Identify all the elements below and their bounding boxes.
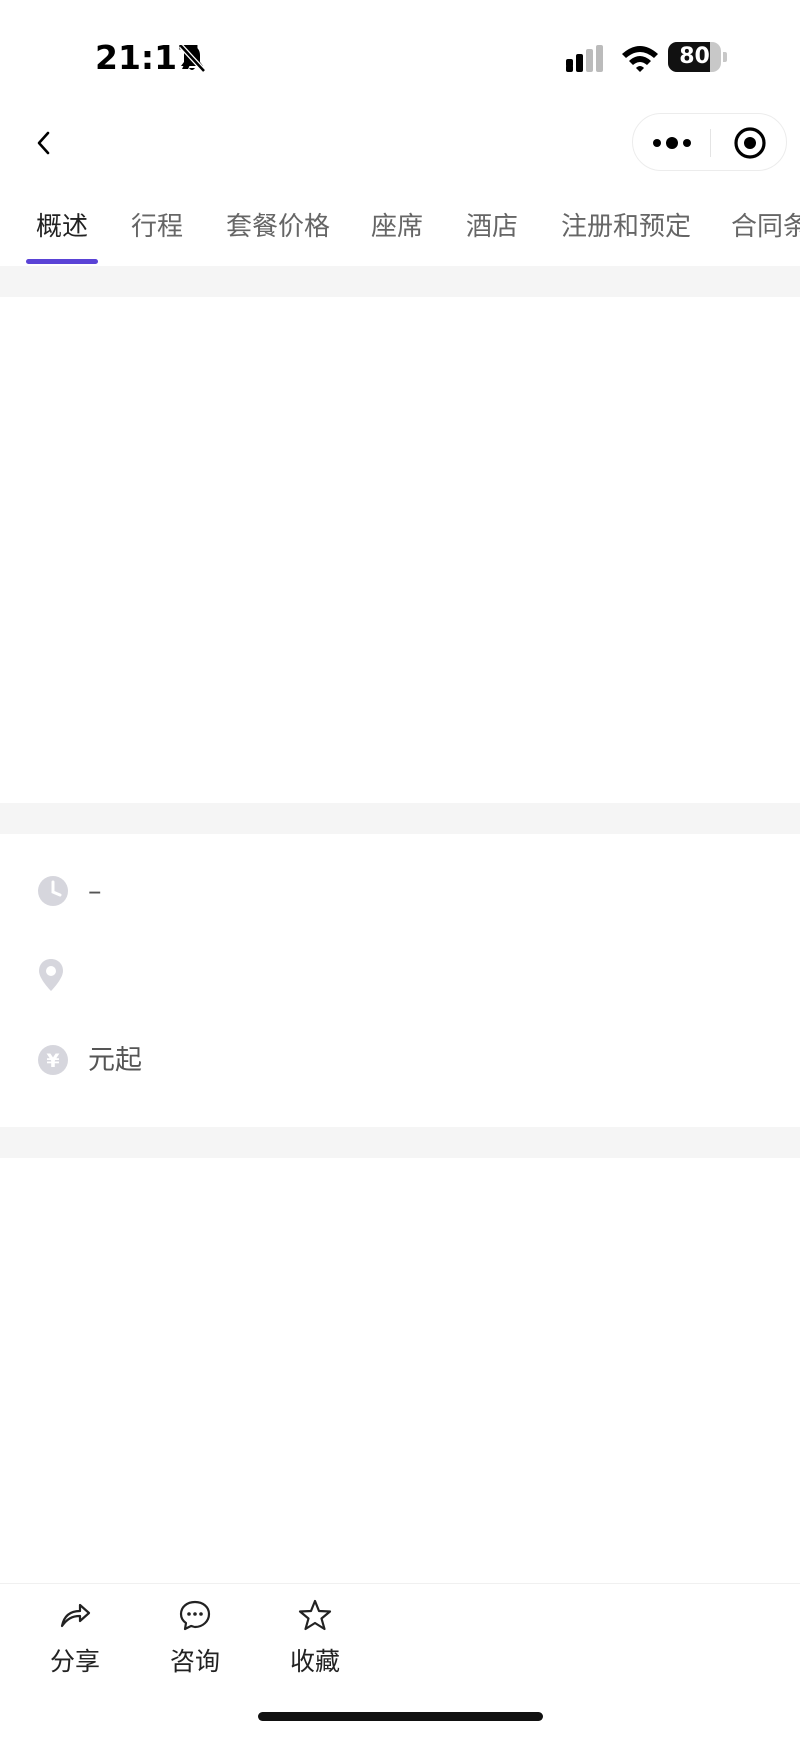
wifi-icon: [620, 44, 660, 78]
tab-package-price[interactable]: 套餐价格: [226, 206, 330, 243]
info-time-row: –: [0, 875, 800, 935]
info-location-row: [0, 958, 800, 1018]
section-divider: [0, 803, 800, 834]
more-dots-icon: [652, 137, 691, 149]
tab-registration[interactable]: 注册和预定: [561, 206, 691, 243]
favorite-label: 收藏: [289, 1647, 340, 1676]
target-close-icon: [733, 127, 766, 159]
more-button[interactable]: [633, 114, 710, 172]
battery-level: 80: [679, 44, 710, 69]
bell-off-icon: [178, 43, 206, 77]
nav-bar: [0, 100, 800, 188]
chevron-left-icon: [37, 131, 50, 155]
bottom-action-bar: 分享 咨询 收藏: [0, 1583, 800, 1738]
svg-text:¥: ¥: [46, 1050, 59, 1072]
section-divider: [0, 266, 800, 297]
tab-bar: 概述 行程 套餐价格 座席 酒店 注册和预定 合同条款: [0, 188, 800, 266]
consult-label: 咨询: [169, 1647, 220, 1676]
share-button[interactable]: 分享: [30, 1598, 120, 1678]
clock-icon: [37, 875, 69, 907]
tab-seats[interactable]: 座席: [371, 206, 423, 243]
tab-overview[interactable]: 概述: [36, 206, 88, 243]
back-button[interactable]: [22, 118, 66, 168]
time-value: –: [88, 876, 102, 907]
tab-contract[interactable]: 合同条款: [731, 206, 800, 243]
battery-icon: 80: [668, 42, 727, 72]
info-price-row: ¥ 元起: [0, 1044, 800, 1104]
tab-itinerary[interactable]: 行程: [131, 206, 183, 243]
home-indicator: [258, 1712, 543, 1721]
status-bar: 21:17 80: [0, 0, 800, 100]
share-icon: [30, 1598, 120, 1634]
mini-program-capsule: [632, 113, 787, 171]
section-divider: [0, 1127, 800, 1158]
share-label: 分享: [49, 1647, 100, 1676]
close-button[interactable]: [711, 114, 788, 172]
price-value: 元起: [88, 1045, 142, 1076]
location-pin-icon: [38, 958, 70, 991]
signal-icon: [566, 45, 610, 77]
chat-icon: [150, 1598, 240, 1634]
star-icon: [270, 1598, 360, 1634]
tab-hotel[interactable]: 酒店: [466, 206, 518, 243]
consult-button[interactable]: 咨询: [150, 1598, 240, 1678]
yen-icon: ¥: [37, 1044, 69, 1076]
favorite-button[interactable]: 收藏: [270, 1598, 360, 1678]
active-tab-indicator: [26, 259, 98, 264]
